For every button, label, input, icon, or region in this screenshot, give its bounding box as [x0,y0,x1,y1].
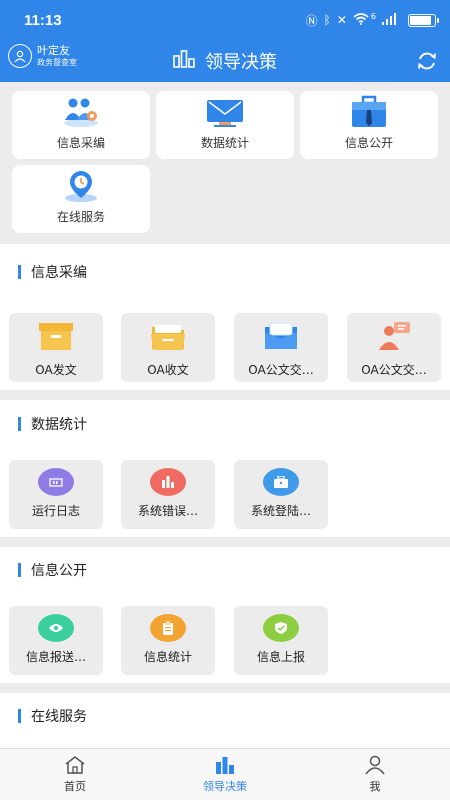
section-marker [18,417,21,431]
section-title: 信息公开 [31,563,87,579]
item-label: 信息上报 [256,650,305,664]
tab-label: 领导决策 [203,780,247,793]
status-bar: 11:13 Ⓝ ᛒ ✕ 6 [0,0,450,40]
item-label: 信息报送… [25,650,86,664]
tab-label: 我 [369,780,381,793]
clipboard-icon [150,614,186,642]
briefcase-icon [349,94,389,130]
home-icon [64,755,86,778]
app-header: 领导决策 叶定友 政务督查室 [0,40,450,82]
tab-leader-decision[interactable]: 领导决策 [150,749,300,800]
tile-data-statistics[interactable]: 数据统计 [156,91,294,159]
quick-menu-grid: 信息采编 数据统计 信息公开 在线服务 [0,82,450,244]
item-info-statistics[interactable]: 信息统计 [121,606,215,675]
status-time: 11:13 [24,11,62,29]
tab-me[interactable]: 我 [300,749,450,800]
page-title: 领导决策 [205,52,277,73]
tile-label: 数据统计 [200,136,249,150]
section-marker [18,709,21,723]
silent-icon: ✕ [336,13,347,27]
user-department: 政务督查室 [37,58,77,67]
tile-label: 在线服务 [56,210,105,224]
user-profile[interactable]: 叶定友 政务督查室 [8,44,77,68]
person-icon [364,755,386,778]
status-icons: Ⓝ ᛒ ✕ 6 [305,11,439,29]
bluetooth-icon: ᛒ [323,13,331,27]
nfc-icon: Ⓝ [305,13,318,28]
bottom-tab-bar: 首页 领导决策 我 [0,748,450,800]
shield-check-icon [263,614,299,642]
open-folder-icon [150,321,186,355]
item-system-errors[interactable]: 系统错误… [121,460,215,529]
item-info-submit[interactable]: 信息上报 [234,606,328,675]
section-marker [18,563,21,577]
item-label: 信息统计 [143,650,192,664]
tile-label: 信息采编 [56,136,105,150]
person-chat-icon [376,321,412,355]
eye-icon [38,614,74,642]
item-label: 运行日志 [31,504,80,518]
item-label: 系统错误… [137,504,198,518]
section-info-collection: 信息采编 OA发文 OA收文 OA公文交… OA公文交… [0,244,450,390]
refresh-icon[interactable] [416,50,438,72]
bar-chart-icon [150,468,186,496]
item-oa-exchange-2[interactable]: OA公文交… [347,313,441,382]
tile-label: 信息公开 [344,136,393,150]
section-info-disclosure: 信息公开 信息报送… 信息统计 信息上报 [0,547,450,683]
envelope-monitor-icon [205,94,245,130]
item-run-log[interactable]: 运行日志 [9,460,103,529]
battery-icon [408,13,439,27]
section-header: 数据统计 [0,400,450,448]
item-label: 系统登陆… [250,504,311,518]
section-title: 信息采编 [31,265,87,281]
bar-chart-icon [214,755,236,778]
item-label: OA收文 [147,363,189,377]
section-header: 信息采编 [0,244,450,300]
signal-icon [382,12,398,28]
blue-folder-icon [263,321,299,355]
people-gear-icon [61,94,101,130]
section-online-service: 在线服务 [0,693,450,748]
user-avatar-icon [8,44,32,68]
tile-online-service[interactable]: 在线服务 [12,165,150,233]
section-marker [18,265,21,279]
item-oa-receive[interactable]: OA收文 [121,313,215,382]
section-title: 数据统计 [31,417,87,433]
tile-info-collection[interactable]: 信息采编 [12,91,150,159]
item-label: OA公文交… [248,363,314,377]
item-label: OA发文 [35,363,77,377]
item-system-login[interactable]: 系统登陆… [234,460,328,529]
item-label: OA公文交… [361,363,427,377]
wifi-speed: 6 [370,11,376,21]
chart-icon [173,50,195,72]
section-header: 信息公开 [0,547,450,593]
section-title: 在线服务 [31,709,87,725]
tab-home[interactable]: 首页 [0,749,150,800]
log-icon [38,468,74,496]
briefcase-icon [263,468,299,496]
section-header: 在线服务 [0,693,450,739]
item-oa-exchange-1[interactable]: OA公文交… [234,313,328,382]
tab-label: 首页 [64,780,86,793]
user-name: 叶定友 [37,44,70,57]
section-data-statistics: 数据统计 运行日志 系统错误… 系统登陆… [0,400,450,537]
location-clock-icon [61,168,101,204]
item-oa-send[interactable]: OA发文 [9,313,103,382]
item-info-report[interactable]: 信息报送… [9,606,103,675]
wifi-icon [353,12,369,28]
tile-info-disclosure[interactable]: 信息公开 [300,91,438,159]
folder-box-icon [38,321,74,355]
